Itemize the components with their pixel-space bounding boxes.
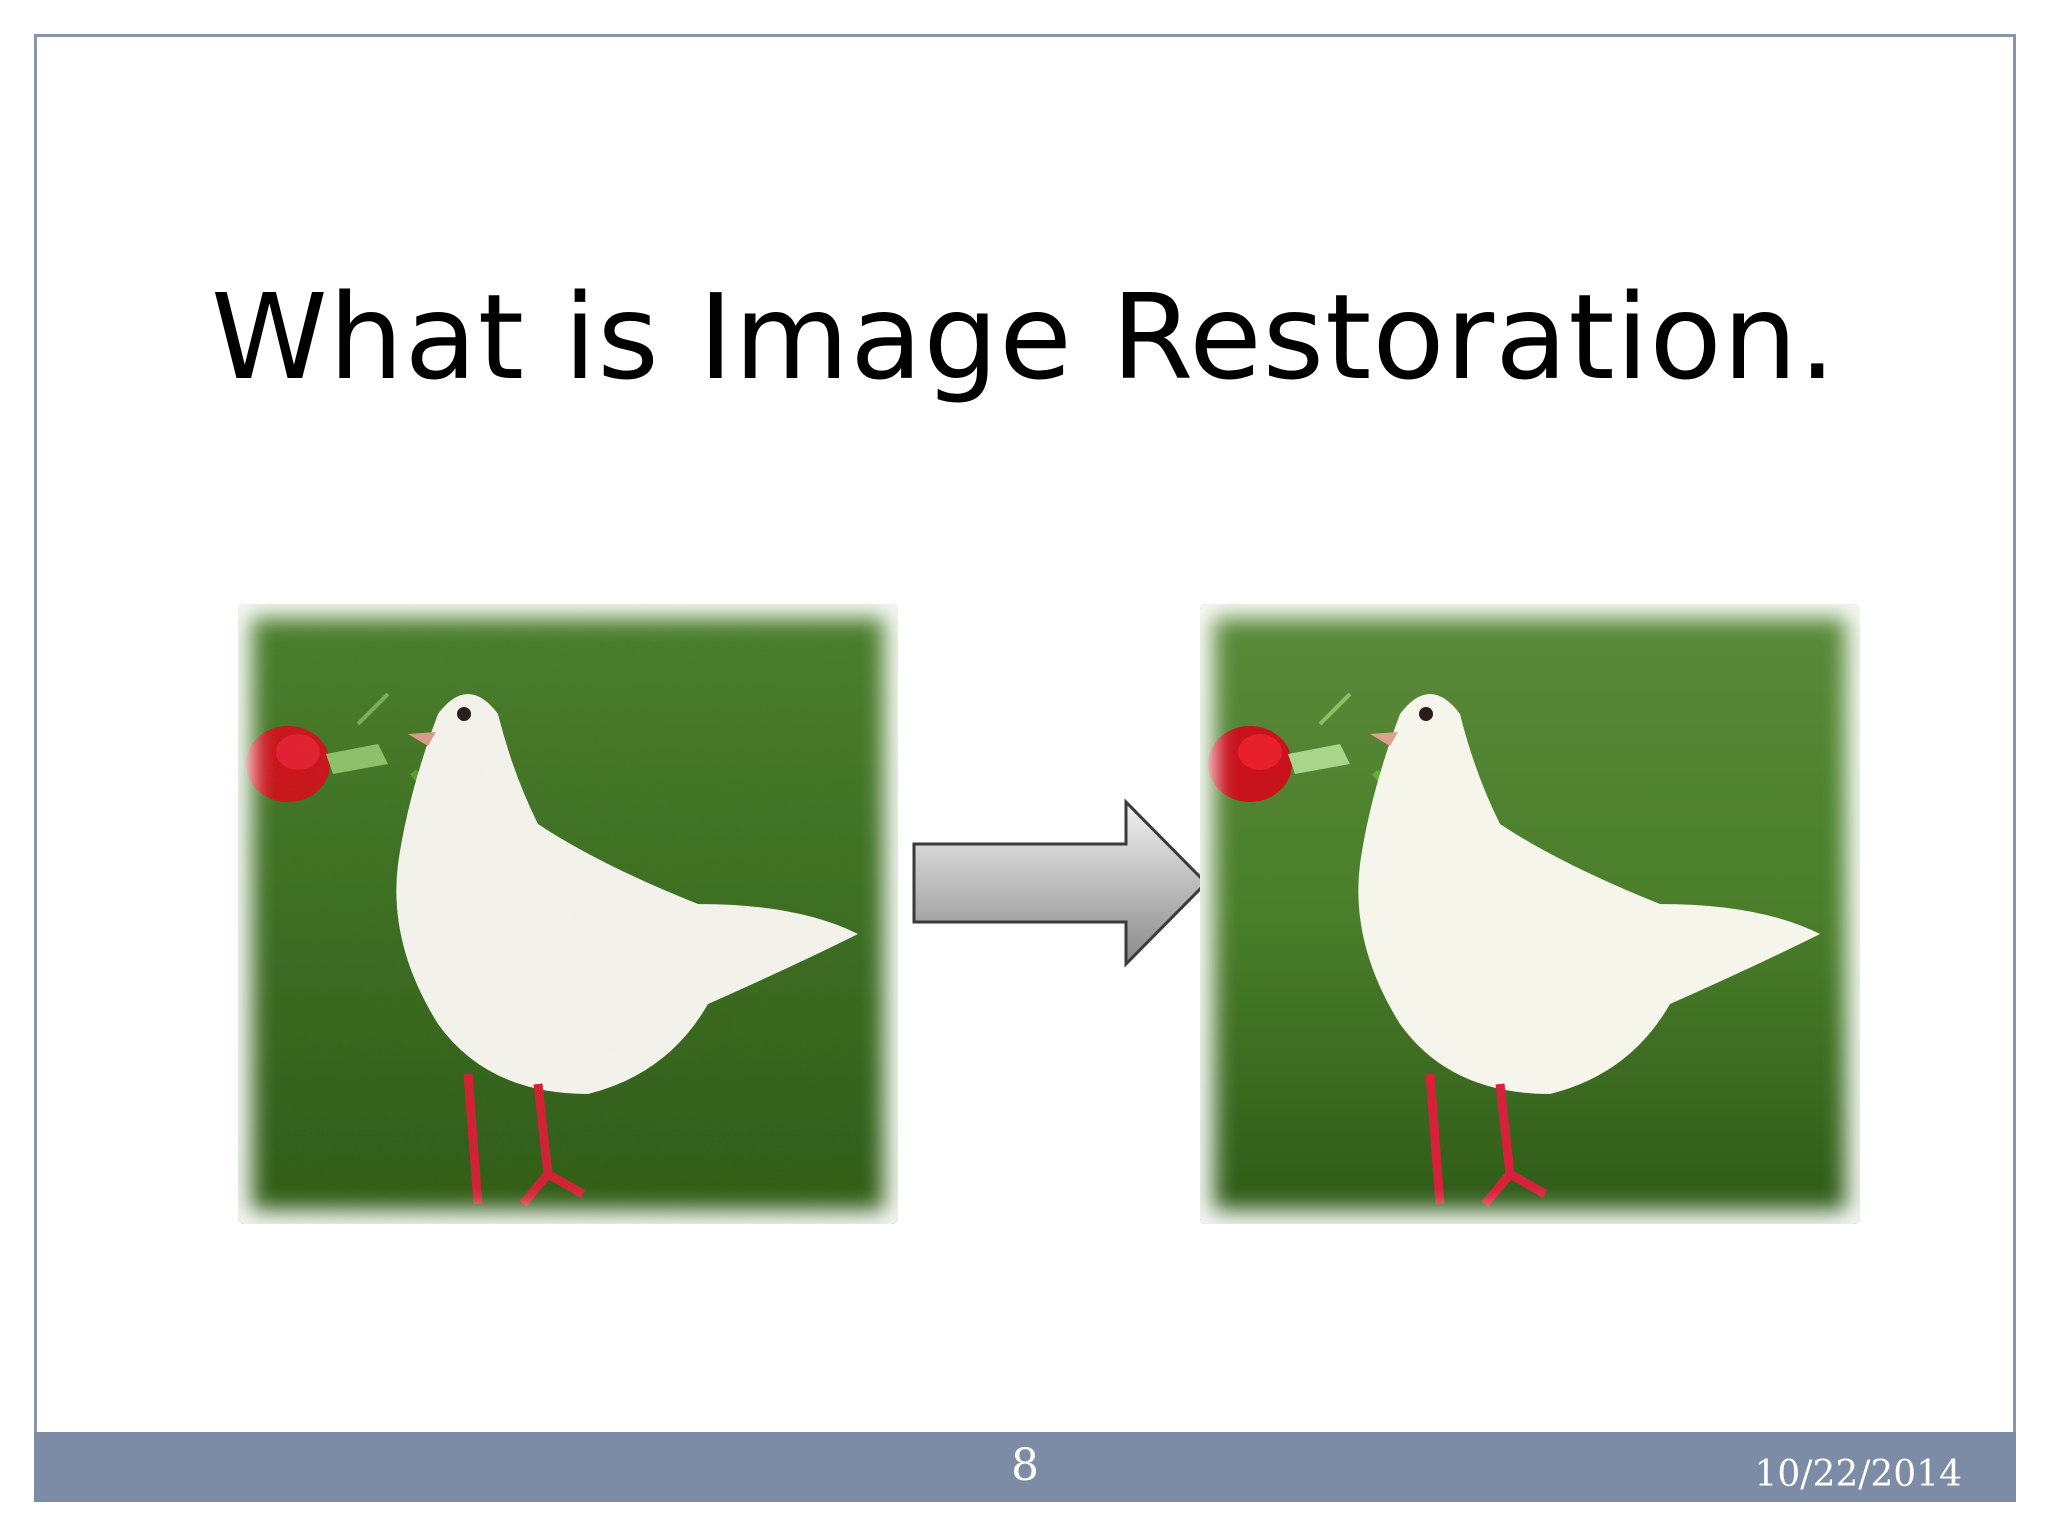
slide-footer-bar: 8 10/22/2014 bbox=[34, 1432, 2016, 1502]
right-arrow-icon bbox=[910, 798, 1210, 968]
restored-dove-image bbox=[1200, 604, 1860, 1224]
slide-title: What is Image Restoration. bbox=[211, 268, 1837, 406]
page-number: 8 bbox=[1011, 1440, 1039, 1491]
slide-date: 10/22/2014 bbox=[1754, 1454, 1963, 1495]
restored-dove-photo bbox=[1200, 604, 1860, 1224]
degraded-dove-image bbox=[238, 604, 898, 1224]
degraded-dove-photo bbox=[238, 604, 898, 1224]
slide: What is Image Restoration. 8 10/22/2014 bbox=[0, 0, 2048, 1536]
